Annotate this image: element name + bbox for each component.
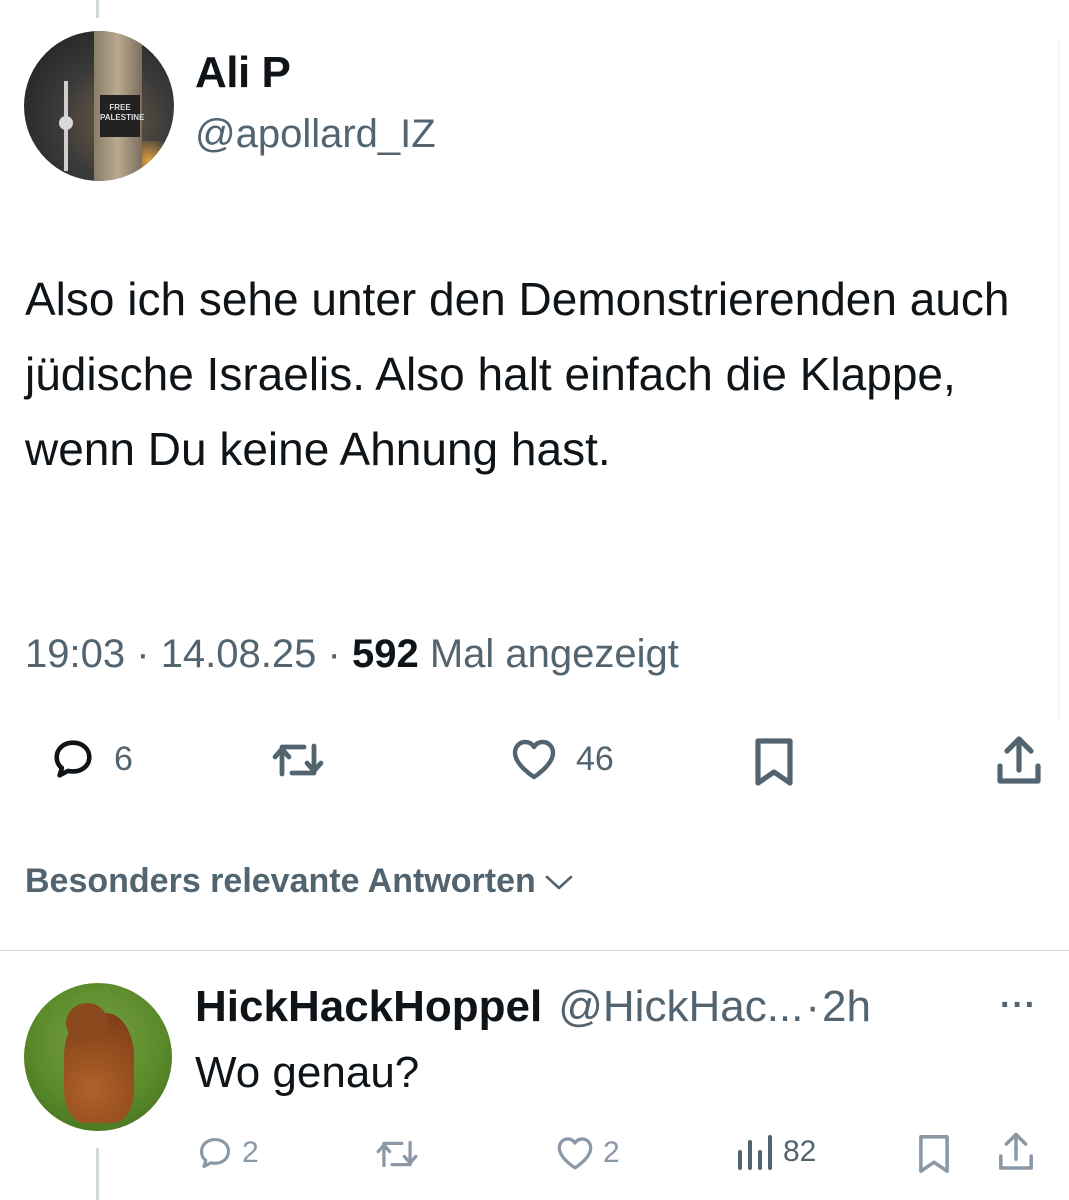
reply-share-button[interactable] [996, 1130, 1036, 1174]
reply-author-name[interactable]: HickHackHoppel [195, 982, 542, 1032]
like-count: 46 [576, 739, 614, 778]
meta-separator: · [136, 632, 150, 676]
reply-like-count: 2 [603, 1136, 620, 1169]
reply-bookmark-button[interactable] [916, 1132, 952, 1176]
reply-button[interactable]: 6 [50, 736, 133, 782]
reply-reply-button[interactable]: 2 [196, 1134, 259, 1172]
column-border [1058, 40, 1059, 720]
author-avatar[interactable]: FREE PALESTINE [24, 31, 174, 181]
bookmark-icon [919, 1135, 949, 1173]
replies-sort-label: Besonders relevante Antworten [25, 862, 536, 900]
chevron-down-icon [545, 875, 573, 889]
avatar-sticker: FREE PALESTINE [100, 95, 144, 137]
heart-icon [512, 739, 556, 780]
retweet-icon [272, 743, 324, 777]
reply-count: 6 [114, 739, 133, 778]
thread-line-top [96, 0, 99, 18]
reply-separator: · [805, 982, 821, 1031]
like-button[interactable]: 46 [510, 736, 614, 782]
bookmark-button[interactable] [752, 736, 796, 788]
retweet-button[interactable] [272, 738, 324, 782]
views-count: 592 [351, 632, 419, 676]
share-icon [999, 1132, 1033, 1170]
reply-header: HickHackHoppel @HickHac... · 2h [195, 982, 871, 1032]
author-name[interactable]: Ali P [195, 48, 291, 98]
author-handle[interactable]: @apollard_IZ [195, 112, 436, 157]
reply-views-button[interactable]: 82 [735, 1134, 816, 1170]
replies-sort-toggle[interactable]: Besonders relevante Antworten [25, 862, 576, 901]
tweet-time[interactable]: 19:03 [25, 632, 125, 676]
heart-icon [557, 1137, 593, 1170]
analytics-icon [738, 1135, 772, 1170]
avatar-orangutan-head [66, 1003, 108, 1043]
tweet-actions: 6 46 [0, 730, 1069, 800]
share-button[interactable] [994, 734, 1044, 788]
reply-bubble-icon [54, 740, 92, 778]
tweet-meta: 19:03 · 14.08.25 · 592 Mal angezeigt [25, 632, 679, 677]
reply-author-handle[interactable]: @HickHac... [558, 982, 803, 1032]
reply-author-avatar[interactable] [24, 983, 172, 1131]
share-icon [997, 736, 1041, 784]
tweet-text: Also ich sehe unter den Demonstrierenden… [25, 273, 1010, 475]
reply-like-button[interactable]: 2 [555, 1134, 620, 1172]
tweet-date[interactable]: 14.08.25 [161, 632, 317, 676]
views-label: Mal angezeigt [429, 632, 679, 676]
reply-retweet-button[interactable] [375, 1136, 419, 1172]
retweet-icon [376, 1140, 418, 1168]
meta-separator: · [327, 632, 341, 676]
reply-time[interactable]: 2h [822, 982, 871, 1032]
reply-text: Wo genau? [195, 1048, 420, 1097]
reply-more-button[interactable]: ··· [1000, 986, 1037, 1025]
reply-bubble-icon [199, 1137, 231, 1169]
reply-reply-count: 2 [242, 1136, 259, 1169]
bookmark-icon [755, 738, 793, 786]
divider [0, 950, 1069, 951]
avatar-tower-ball [59, 116, 73, 130]
reply-actions: 2 2 82 [0, 1128, 1069, 1178]
reply-views-count: 82 [783, 1135, 817, 1168]
